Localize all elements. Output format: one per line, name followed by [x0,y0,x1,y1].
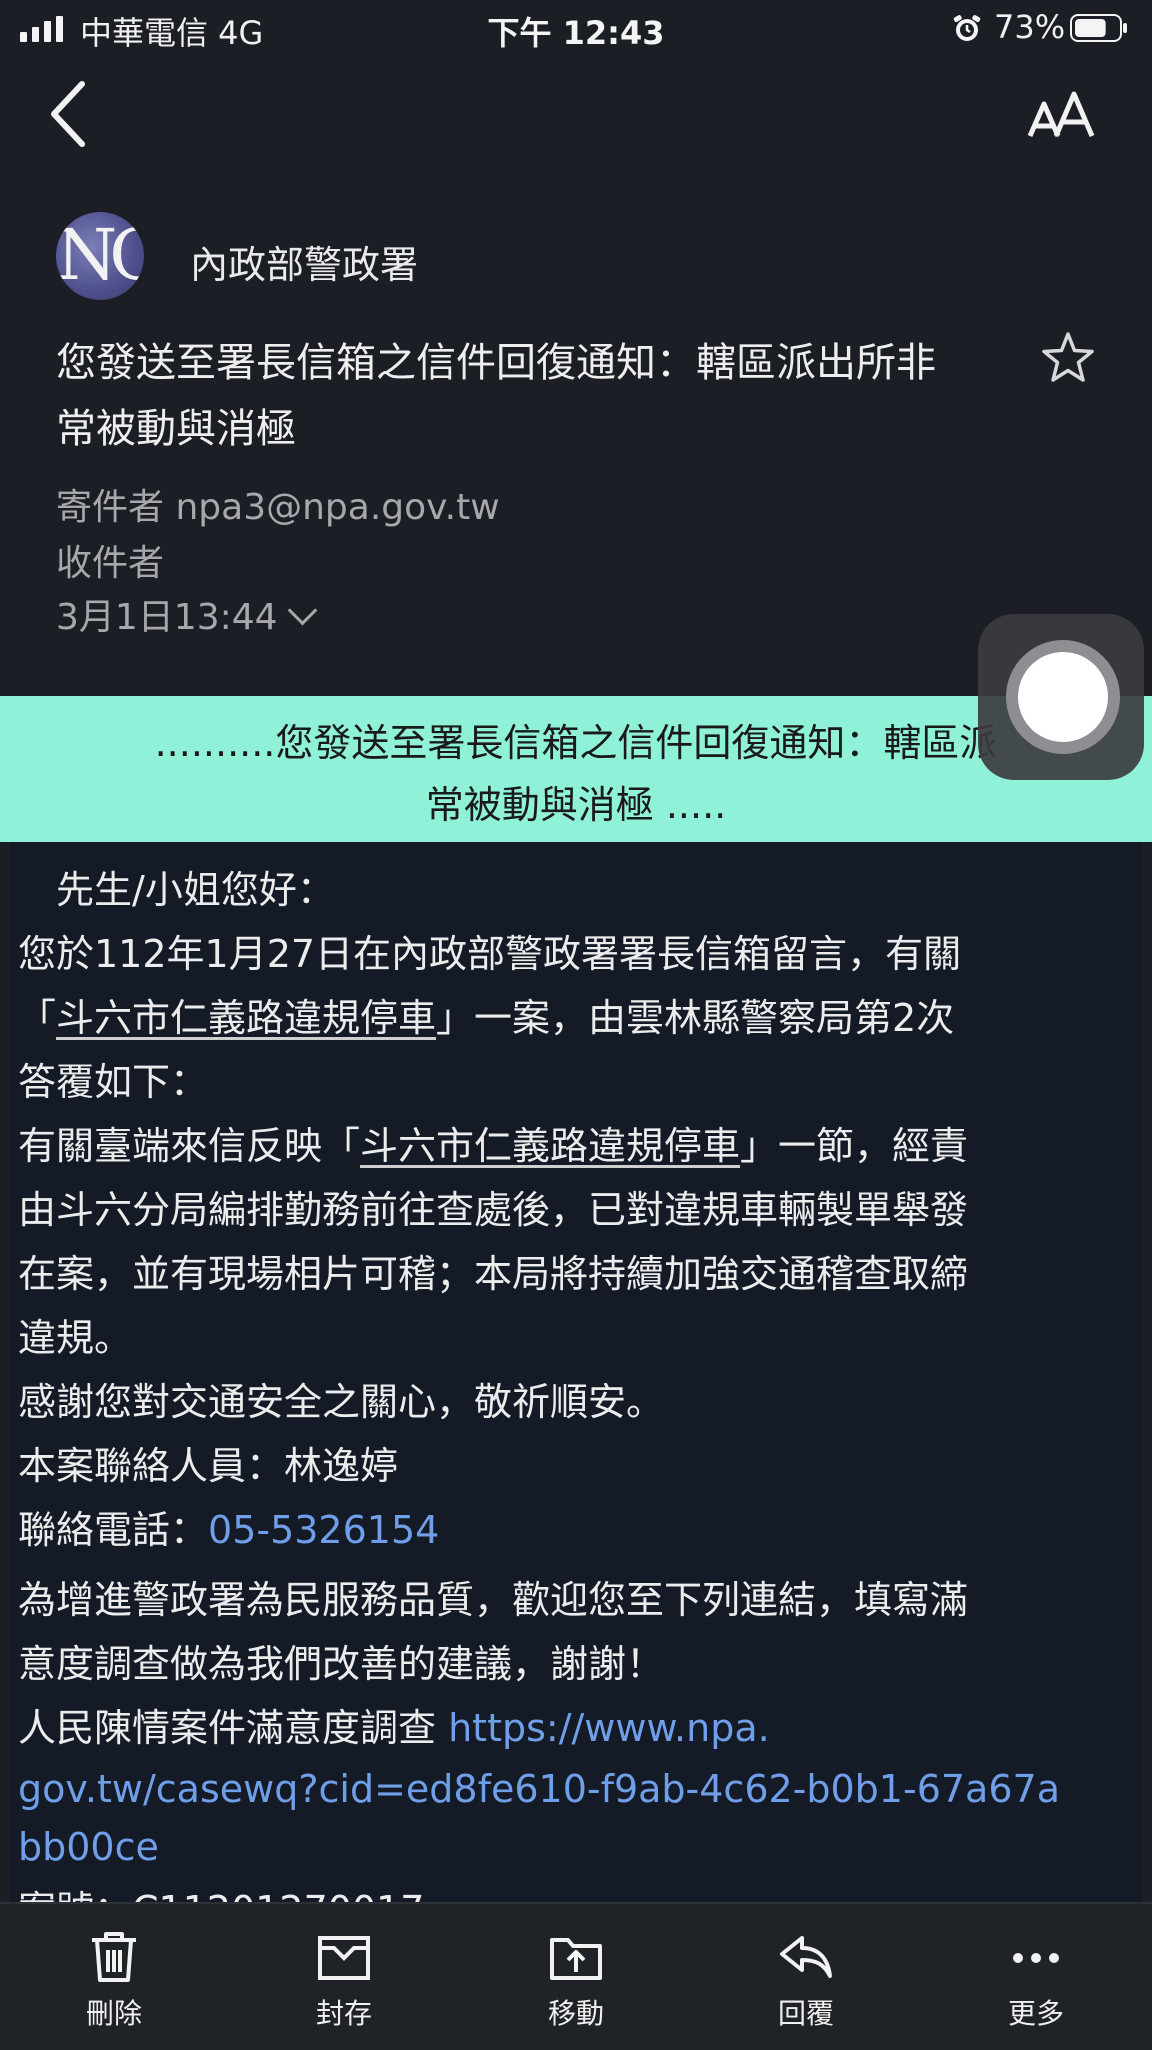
assistive-dot [1018,652,1108,742]
paragraph-2-line-2: 由斗六分局編排勤務前往查處後，已對違規車輛製單舉發 [18,1188,969,1232]
back-button[interactable] [42,78,98,150]
survey-url-link-2[interactable]: gov.tw/casewq?cid=ed8fe610-f9ab-4c62-b0b… [18,1760,1136,1818]
avatar-initials: NC [56,214,144,296]
status-bar: 中華電信 4G 下午 12:43 73% [0,0,1152,58]
contact-person: 本案聯絡人員：林逸婷 [18,1444,399,1488]
phone-link[interactable]: 05-5326154 [208,1508,439,1552]
date-line[interactable]: 3月1日13:44 [56,588,317,640]
text-size-icon[interactable] [1026,86,1098,146]
thanks-line: 感謝您對交通安全之關心，敬祈順安。 [18,1380,665,1424]
delete-button[interactable]: 刪除 [24,1918,204,2038]
email-body: 先生/小姐您好： 您於112年1月27日在內政部警政署署長信箱留言，有關 「斗六… [10,842,1142,1932]
chevron-down-icon [287,595,317,626]
email-subject: 您發送至署長信箱之信件回復通知：轄區派出所非常被動與消極 [56,340,936,452]
assistive-touch-button[interactable] [978,614,1144,780]
paragraph-1: 您於112年1月27日在內政部警政署署長信箱留言，有關 [18,932,962,976]
avatar: NC [56,212,144,300]
paragraph-2: 有關臺端來信反映「斗六市仁義路違規停車」一節，經責 [18,1124,969,1168]
survey-line-2: 意度調查做為我們改善的建議，謝謝！ [18,1642,665,1686]
battery-percent: 73% [994,8,1066,46]
more-button[interactable]: 更多 [946,1918,1126,2038]
battery-icon [1070,14,1127,42]
phone-line: 聯絡電話：05-5326154 [18,1508,440,1552]
survey-url-link-3[interactable]: bb00ce [18,1818,1136,1876]
star-icon[interactable] [1040,330,1096,386]
email-date: 3月1日13:44 [56,597,278,638]
survey-link-line: 人民陳情案件滿意度調查 https://www.npa. [18,1706,770,1750]
move-button[interactable]: 移動 [486,1918,666,2038]
to-label: 收件者 [56,543,165,584]
from-label: 寄件者 [56,487,165,528]
from-line: 寄件者 npa3@npa.gov.tw [56,478,500,530]
more-icon [1013,1953,1059,1963]
survey-url-link[interactable]: https://www.npa. [448,1706,770,1750]
paragraph-2-line-3: 在案，並有現場相片可稽；本局將持續加強交通稽查取締 [18,1252,969,1296]
archive-icon [318,1936,370,1980]
reply-button[interactable]: 回覆 [716,1918,896,2038]
to-line: 收件者 [56,534,164,586]
trash-icon [92,1932,136,1982]
sender-name[interactable]: 內政部警政署 [190,234,418,289]
paragraph-1-line-3: 答覆如下： [18,1060,209,1104]
move-icon [550,1938,602,1980]
assistive-ring [1006,640,1120,754]
email-body-text: 先生/小姐您好： 您於112年1月27日在內政部警政署署長信箱留言，有關 「斗六… [18,858,1136,1876]
banner-line-2: 常被動與消極 ..... [425,783,727,827]
survey-line-1: 為增進警政署為民服務品質，歡迎您至下列連結，填寫滿 [18,1578,969,1622]
paragraph-2-line-4: 違規。 [18,1316,133,1360]
alarm-icon [953,15,981,41]
from-address[interactable]: npa3@npa.gov.tw [175,487,499,528]
paragraph-1-line-2: 「斗六市仁義路違規停車」一案，由雲林縣警察局第2次 [18,996,955,1040]
bottom-toolbar: 刪除 封存 移動 回覆 更多 [0,1902,1152,2050]
reply-icon [780,1936,832,1978]
greeting: 先生/小姐您好： [56,868,335,912]
archive-button[interactable]: 封存 [254,1918,434,2038]
